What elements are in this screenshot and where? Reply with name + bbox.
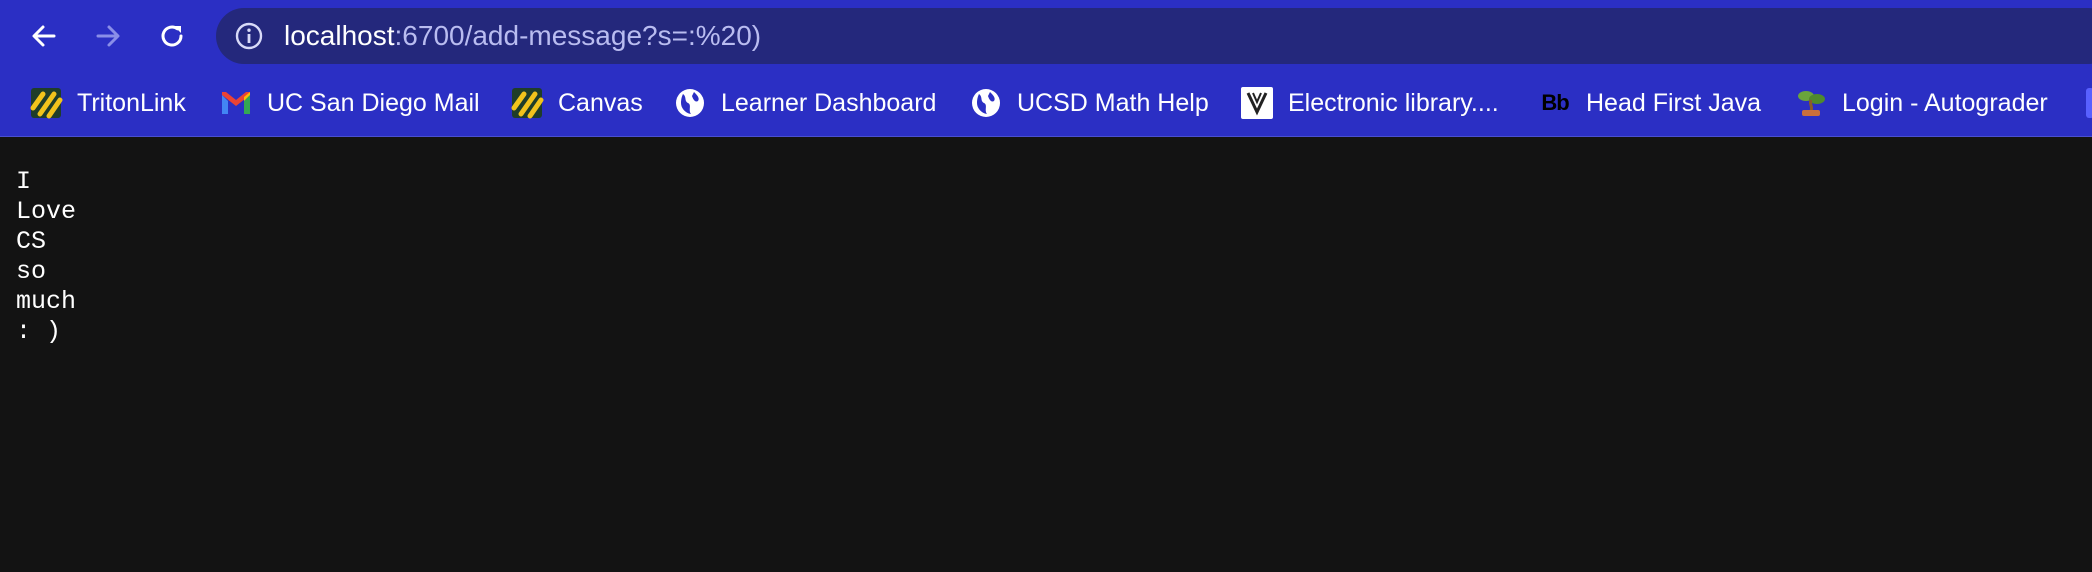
- bookmark-label: TritonLink: [77, 89, 186, 117]
- globe-icon: [673, 86, 707, 120]
- bookmark-label: Head First Java: [1586, 89, 1762, 117]
- chrome-divider: [0, 136, 2092, 137]
- v-favicon: [1240, 86, 1274, 120]
- browser-chrome: localhost:6700/add-message?s=:%20) Trito…: [0, 0, 2092, 137]
- bookmark-head-first-java[interactable]: Bb Head First Java: [1538, 81, 1761, 125]
- url-text[interactable]: localhost:6700/add-message?s=:%20): [284, 20, 761, 52]
- bookmark-ucsd-math-help[interactable]: UCSD Math Help: [969, 81, 1209, 125]
- message-line: Love: [16, 197, 77, 226]
- globe-icon: [969, 86, 1003, 120]
- address-bar[interactable]: localhost:6700/add-message?s=:%20): [216, 8, 2092, 64]
- bookmark-label: Canvas: [558, 89, 643, 117]
- bookmark-canvas[interactable]: Canvas: [510, 81, 643, 125]
- bookmark-uc-san-diego-mail[interactable]: UC San Diego Mail: [219, 81, 480, 125]
- bonsai-favicon: [1794, 86, 1828, 120]
- browser-toolbar: localhost:6700/add-message?s=:%20): [0, 0, 2092, 72]
- message-line: CS: [16, 227, 47, 256]
- bookmarks-bar: TritonLink UC San Diego Mail Canvas Lear…: [0, 81, 2092, 125]
- bookmark-label: Learner Dashboard: [721, 89, 937, 117]
- info-circle-icon[interactable]: [234, 21, 264, 51]
- url-path: :6700/add-message?s=:%20): [394, 20, 762, 51]
- bookmark-learner-dashboard[interactable]: Learner Dashboard: [673, 81, 936, 125]
- arrow-left-icon: [32, 25, 56, 47]
- tritonlink-favicon: [29, 86, 63, 120]
- back-button[interactable]: [21, 13, 67, 59]
- message-line: much: [16, 287, 77, 316]
- bookmark-login-autograder[interactable]: Login - Autograder: [1794, 81, 2048, 125]
- bookmark-label: Login - Autograder: [1842, 89, 2048, 117]
- reload-icon: [161, 25, 183, 47]
- message-line: I: [16, 167, 32, 196]
- blackboard-favicon-text: Bb: [1541, 90, 1569, 115]
- arrow-right-icon: [96, 25, 120, 47]
- message-line: : ): [16, 317, 62, 346]
- message-line: so: [16, 257, 47, 286]
- gmail-favicon: [219, 86, 253, 120]
- bookmarks-overflow-edge: [2086, 88, 2092, 118]
- page-content: I Love CS so much : ): [16, 167, 76, 347]
- forward-button[interactable]: [85, 13, 131, 59]
- bookmark-label: Electronic library....: [1288, 89, 1499, 117]
- url-host: localhost: [284, 20, 395, 51]
- bookmark-label: UCSD Math Help: [1017, 89, 1209, 117]
- blackboard-favicon: Bb: [1538, 86, 1572, 120]
- bookmark-label: UC San Diego Mail: [267, 89, 480, 117]
- bookmark-electronic-library[interactable]: Electronic library....: [1240, 81, 1499, 125]
- reload-button[interactable]: [149, 13, 195, 59]
- bookmark-tritonlink[interactable]: TritonLink: [29, 81, 186, 125]
- canvas-favicon: [510, 86, 544, 120]
